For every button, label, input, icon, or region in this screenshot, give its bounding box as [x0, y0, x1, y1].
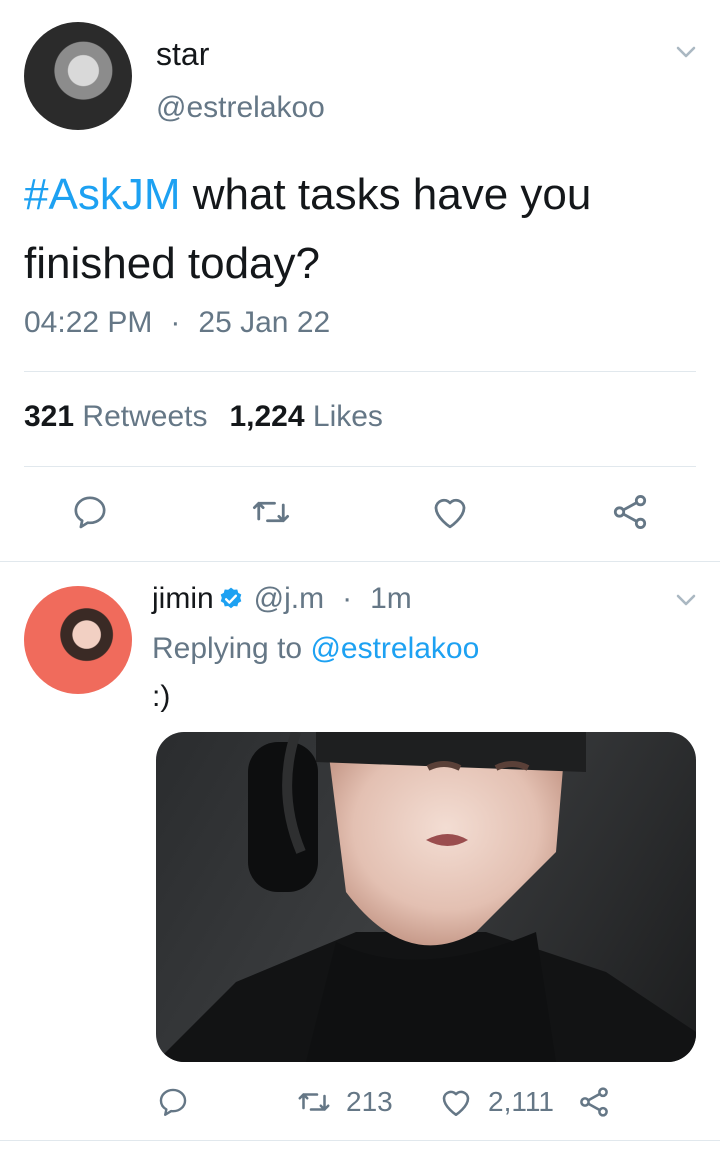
reply-header: jimin @j.m · 1m	[152, 582, 412, 616]
heart-icon	[434, 498, 466, 529]
like-count: 2,111	[488, 1086, 554, 1117]
reply-icon	[74, 496, 106, 529]
separator-dot: ·	[170, 306, 181, 339]
likes-stat[interactable]: 1,224 Likes	[229, 400, 382, 433]
tweet-text: #AskJM what tasks have you finished toda…	[24, 160, 696, 298]
avatar[interactable]	[24, 586, 132, 694]
heart-icon	[442, 1090, 470, 1117]
chevron-down-icon[interactable]	[674, 588, 698, 612]
replying-prefix: Replying to	[152, 632, 303, 665]
tweet-text: :)	[152, 680, 171, 713]
likes-label: Likes	[312, 400, 383, 433]
separator-dot: ·	[342, 582, 353, 615]
retweet-icon	[252, 501, 290, 523]
chevron-down-icon[interactable]	[674, 40, 698, 64]
share-button[interactable]	[608, 490, 652, 534]
share-icon	[580, 1087, 608, 1117]
tweet-timestamp: 04:22 PM · 25 Jan 22	[24, 306, 330, 340]
retweet-count: 213	[346, 1086, 393, 1117]
retweet-button[interactable]: 213	[296, 1082, 393, 1122]
retweets-stat[interactable]: 321 Retweets	[24, 400, 207, 433]
photo-illustration	[156, 732, 696, 1062]
like-button[interactable]	[428, 490, 472, 534]
tweet-actions: 213 2,111	[0, 1082, 720, 1128]
avatar[interactable]	[24, 22, 132, 130]
replying-to: Replying to @estrelakoo	[152, 632, 479, 666]
retweet-button[interactable]	[249, 490, 293, 534]
reply-icon	[159, 1088, 187, 1116]
hashtag-link[interactable]: #AskJM	[24, 170, 180, 219]
share-icon	[613, 495, 647, 529]
tweet-date: 25 Jan 22	[198, 306, 331, 339]
reply-button[interactable]	[156, 1082, 204, 1122]
divider	[24, 466, 696, 467]
section-divider	[0, 1140, 720, 1141]
tweet-actions	[0, 490, 720, 540]
tweet-photo[interactable]	[156, 732, 696, 1062]
reply-tweet: jimin @j.m · 1m Replying to @estrelakoo …	[0, 562, 720, 1154]
tweet-time: 04:22 PM	[24, 306, 153, 339]
main-tweet: star @estrelakoo #AskJM what tasks have …	[0, 0, 720, 562]
tweet-time: 1m	[370, 582, 412, 615]
replying-to-link[interactable]: @estrelakoo	[310, 632, 479, 665]
divider	[24, 371, 696, 372]
verified-badge-icon	[220, 587, 241, 609]
retweets-count: 321	[24, 400, 75, 433]
retweets-label: Retweets	[82, 400, 208, 433]
like-button[interactable]: 2,111	[438, 1082, 554, 1122]
user-handle[interactable]: @estrelakoo	[156, 91, 325, 125]
display-name[interactable]: jimin	[152, 582, 214, 616]
retweet-icon	[298, 1093, 330, 1111]
user-handle[interactable]: @j.m	[254, 582, 324, 616]
share-button[interactable]	[576, 1082, 626, 1122]
reply-button[interactable]	[68, 490, 112, 534]
display-name[interactable]: star	[156, 36, 209, 73]
likes-count: 1,224	[229, 400, 305, 433]
tweet-stats: 321 Retweets 1,224 Likes	[24, 400, 383, 434]
